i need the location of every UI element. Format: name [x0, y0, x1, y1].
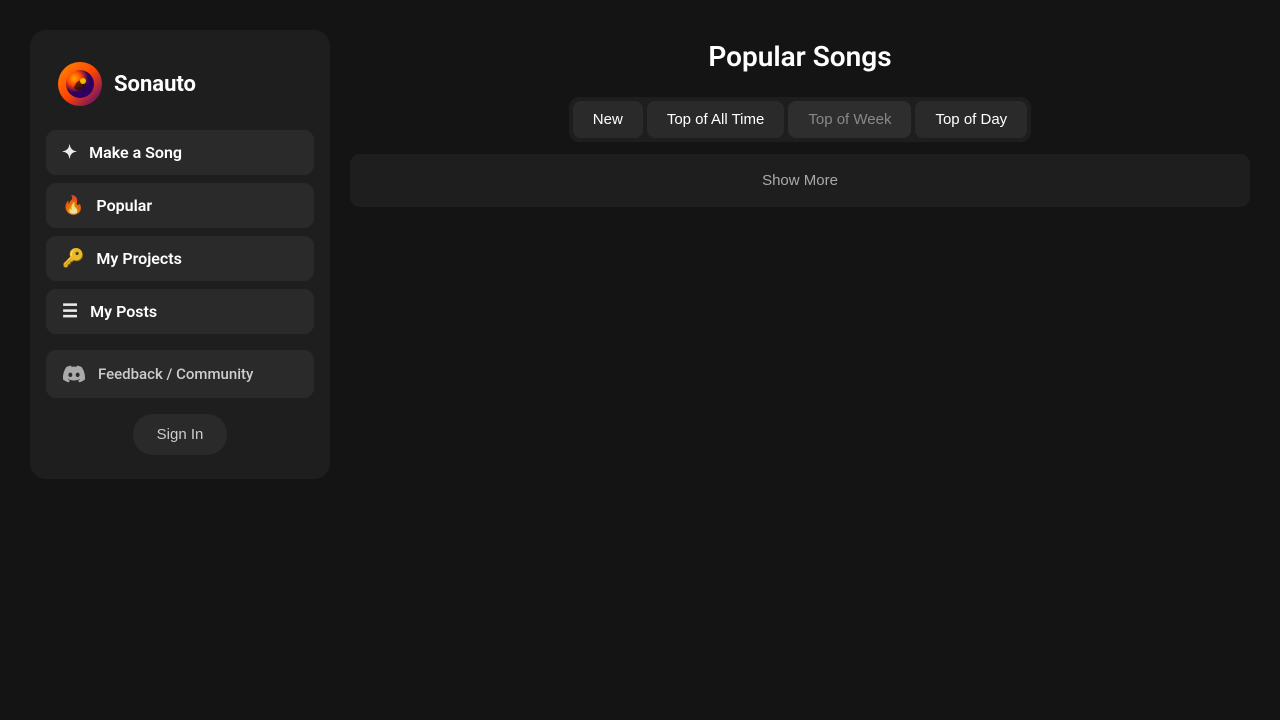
- tab-new[interactable]: New: [573, 101, 643, 138]
- sidebar-item-label-my-projects: My Projects: [96, 249, 181, 268]
- show-more-button[interactable]: Show More: [350, 154, 1250, 207]
- feedback-community-label: Feedback / Community: [98, 365, 253, 383]
- app-logo-icon: [58, 62, 102, 106]
- make-song-icon: ✦: [62, 142, 77, 163]
- sign-in-button[interactable]: Sign In: [133, 414, 228, 455]
- sidebar-item-my-projects[interactable]: 🔑 My Projects: [46, 236, 314, 281]
- sidebar: Sonauto ✦ Make a Song 🔥 Popular 🔑 My Pro…: [30, 30, 330, 479]
- tab-top-all-time[interactable]: Top of All Time: [647, 101, 785, 138]
- sidebar-item-my-posts[interactable]: ☰ My Posts: [46, 289, 314, 334]
- sidebar-item-label-my-posts: My Posts: [90, 302, 157, 321]
- sidebar-item-make-a-song[interactable]: ✦ Make a Song: [46, 130, 314, 175]
- tab-top-day[interactable]: Top of Day: [915, 101, 1027, 138]
- my-projects-icon: 🔑: [62, 248, 84, 269]
- app-layout: Sonauto ✦ Make a Song 🔥 Popular 🔑 My Pro…: [0, 0, 1280, 720]
- tabs-container: New Top of All Time Top of Week Top of D…: [569, 97, 1031, 142]
- my-posts-icon: ☰: [62, 301, 78, 322]
- app-name: Sonauto: [114, 72, 196, 97]
- sidebar-item-label-popular: Popular: [96, 196, 152, 215]
- sidebar-item-label-make-a-song: Make a Song: [89, 143, 182, 162]
- tab-top-week[interactable]: Top of Week: [788, 101, 911, 138]
- sidebar-item-popular[interactable]: 🔥 Popular: [46, 183, 314, 228]
- discord-icon: [62, 362, 86, 386]
- main-content: Popular Songs New Top of All Time Top of…: [350, 30, 1250, 690]
- logo-area: Sonauto: [46, 54, 314, 114]
- popular-icon: 🔥: [62, 195, 84, 216]
- feedback-community-item[interactable]: Feedback / Community: [46, 350, 314, 398]
- page-title: Popular Songs: [350, 40, 1250, 73]
